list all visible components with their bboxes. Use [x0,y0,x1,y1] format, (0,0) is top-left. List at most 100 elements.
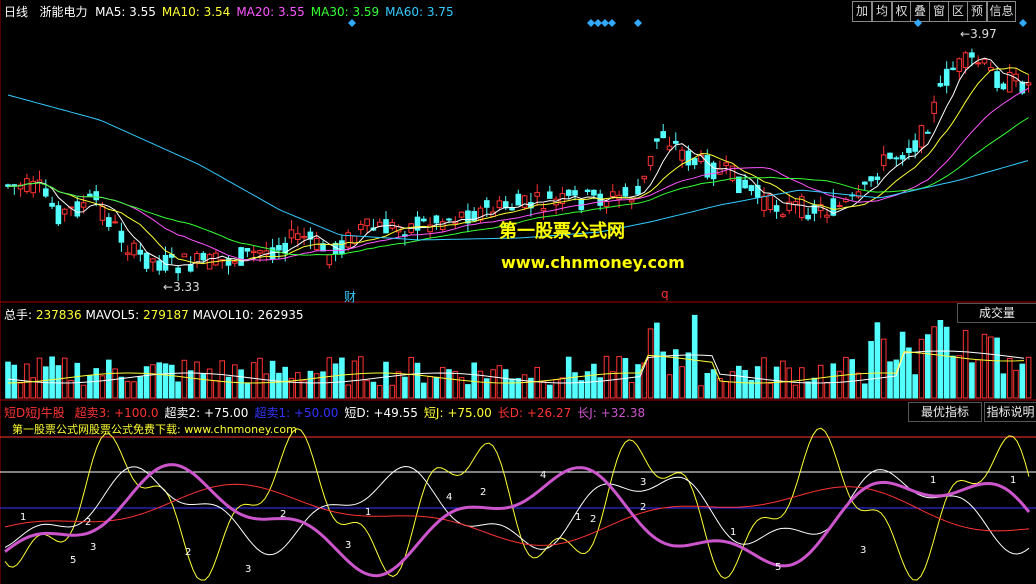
volume-bar [1000,373,1007,399]
indicator-item: 短J: +75.00 [423,406,492,420]
volume-button[interactable]: 成交量 [957,303,1036,323]
candle-up [534,192,541,197]
volume-bar [767,382,774,399]
candle-up [975,62,982,65]
volume-bar [628,381,635,399]
volume-bar [635,364,641,399]
candle-up [61,208,68,215]
volume-bar [647,328,654,399]
q-marker[interactable]: q [661,287,669,301]
candle-up [723,162,730,167]
volume-bar [893,359,900,399]
volume-bar [49,356,55,399]
signal-number-label: 5 [775,562,781,573]
candle-up [213,252,219,266]
candle-up [962,52,969,68]
candle-down [635,185,641,195]
candle-up [288,229,295,239]
candle-down [276,244,282,251]
signal-number-label: 3 [245,564,251,575]
mavol10-label: MAVOL10: [192,308,254,322]
volume-bar [484,378,490,399]
volume-bar [36,357,43,399]
finance-marker[interactable]: 财 [344,288,356,305]
candle-down [887,152,893,159]
high-arrow-icon: ← [960,27,971,41]
volume-bar [660,351,667,399]
signal-number-label: 2 [280,509,286,520]
candle-up [521,195,528,208]
candle-up [99,205,106,221]
candle-up [326,254,333,266]
candle-down [748,185,755,191]
indicator-item: 超卖1: +50.00 [254,406,339,420]
candle-down [691,157,698,166]
indicator-help-button[interactable]: 指标说明 [984,402,1036,422]
volume-bar [994,337,1000,399]
volume-bar [603,355,610,399]
candle-up [931,101,937,114]
volume-bar [843,356,849,399]
volume-bar [225,376,232,399]
signal-number-label: 4 [446,492,452,503]
candle-up [603,201,610,207]
indicator-name[interactable]: 短D短J牛股 [4,406,65,420]
volume-bar [578,380,585,399]
volume-bar [792,384,799,399]
long-d-line [4,483,1030,546]
candle-down [994,71,1000,88]
candle-up [824,214,830,218]
volume-bar [710,369,717,399]
candle-up [150,258,156,263]
candle-down [43,188,49,197]
volume-bar [496,365,503,399]
volume-bar [981,333,988,399]
volume-bar [295,372,301,399]
volume-bar [282,366,288,399]
best-indicator-button[interactable]: 最优指标 [908,402,982,422]
candle-up [761,195,767,211]
volume-bar [402,376,408,399]
candle-down [238,247,244,266]
watermark-title: 第一股票公式网 [499,221,625,242]
indicator-item: 短D: +49.55 [344,406,418,420]
candle-up [295,233,301,240]
volume-bar [5,361,11,399]
signal-number-label: 4 [540,470,546,481]
candle-up [351,235,358,244]
mavol5-value: 279187 [142,308,189,322]
candle-down [710,162,717,180]
volume-bar [698,385,704,399]
candle-up [24,178,30,192]
candle-down [862,181,868,185]
volume-bar [30,377,36,399]
volume-bar [471,362,477,399]
volume-bar [918,338,925,399]
candle-down [943,68,950,86]
volume-bar [213,380,219,399]
volume-label: 总手: [4,308,33,322]
volume-bar [862,383,868,399]
candle-up [610,191,616,197]
volume-bar [232,364,238,399]
signal-number-label: 1 [930,475,936,486]
volume-bar [610,371,616,399]
volume-bar [547,384,553,399]
mavol10-value: 262935 [257,308,304,322]
volume-bar [150,364,156,399]
volume-bar [849,359,856,399]
candle-down [906,148,912,153]
signal-number-label: 2 [85,517,91,528]
candle-down [969,52,975,58]
candle-down [484,200,490,208]
volume-bar [780,360,786,399]
candle-up [540,208,547,212]
event-diamond-icon [348,19,356,27]
candle-up [131,242,137,256]
volume-bar [389,384,396,399]
candle-up [181,253,188,258]
candle-down [175,267,181,274]
volume-bar [307,370,314,399]
candle-down [509,207,515,211]
signal-number-label: 2 [640,502,646,513]
